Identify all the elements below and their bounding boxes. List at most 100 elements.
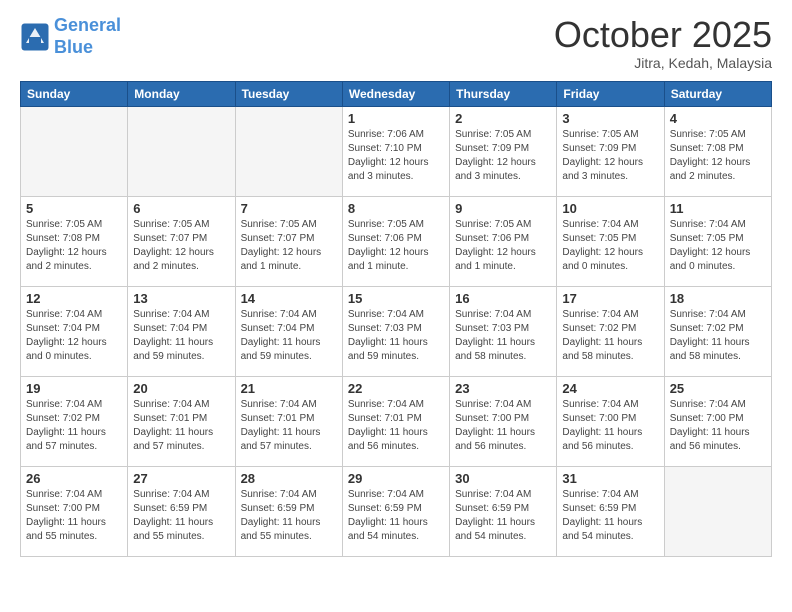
calendar-cell: 12 Sunrise: 7:04 AMSunset: 7:04 PMDayligh… [21, 286, 128, 376]
day-info: Sunrise: 7:05 AMSunset: 7:07 PMDaylight:… [241, 218, 337, 274]
day-info: Sunrise: 7:04 AMSunset: 6:59 PMDaylight:… [133, 488, 229, 544]
day-number: 20 [133, 381, 229, 396]
day-info: Sunrise: 7:04 AMSunset: 7:02 PMDaylight:… [670, 308, 766, 364]
day-info: Sunrise: 7:04 AMSunset: 7:02 PMDaylight:… [562, 308, 658, 364]
week-row-2: 5 Sunrise: 7:05 AMSunset: 7:08 PMDaylight… [21, 196, 772, 286]
logo-icon [20, 22, 50, 52]
weekday-header-thursday: Thursday [450, 81, 557, 106]
day-info: Sunrise: 7:04 AMSunset: 7:00 PMDaylight:… [670, 398, 766, 454]
logo-general: General [54, 15, 121, 35]
day-info: Sunrise: 7:04 AMSunset: 7:00 PMDaylight:… [562, 398, 658, 454]
day-number: 13 [133, 291, 229, 306]
location: Jitra, Kedah, Malaysia [554, 55, 772, 71]
weekday-header-tuesday: Tuesday [235, 81, 342, 106]
day-info: Sunrise: 7:04 AMSunset: 7:01 PMDaylight:… [348, 398, 444, 454]
calendar-cell: 27Sunrise: 7:04 AMSunset: 6:59 PMDayligh… [128, 466, 235, 556]
day-number: 3 [562, 111, 658, 126]
calendar-cell: 14 Sunrise: 7:04 AMSunset: 7:04 PMDayligh… [235, 286, 342, 376]
weekday-header-monday: Monday [128, 81, 235, 106]
logo-blue: Blue [54, 37, 93, 57]
day-number: 15 [348, 291, 444, 306]
day-number: 18 [670, 291, 766, 306]
day-number: 1 [348, 111, 444, 126]
weekday-header-friday: Friday [557, 81, 664, 106]
calendar-cell: 25 Sunrise: 7:04 AMSunset: 7:00 PMDayligh… [664, 376, 771, 466]
day-info: Sunrise: 7:05 AMSunset: 7:06 PMDaylight:… [348, 218, 444, 274]
week-row-3: 12 Sunrise: 7:04 AMSunset: 7:04 PMDayligh… [21, 286, 772, 376]
calendar-cell [235, 106, 342, 196]
calendar-cell: 4 Sunrise: 7:05 AMSunset: 7:08 PMDaylight… [664, 106, 771, 196]
header: General Blue October 2025 Jitra, Kedah, … [20, 15, 772, 71]
day-info: Sunrise: 7:04 AMSunset: 7:05 PMDaylight:… [670, 218, 766, 274]
day-info: Sunrise: 7:04 AMSunset: 7:00 PMDaylight:… [26, 488, 122, 544]
day-info: Sunrise: 7:04 AMSunset: 7:02 PMDaylight:… [26, 398, 122, 454]
calendar-cell: 24Sunrise: 7:04 AMSunset: 7:00 PMDayligh… [557, 376, 664, 466]
weekday-header-sunday: Sunday [21, 81, 128, 106]
day-info: Sunrise: 7:05 AMSunset: 7:08 PMDaylight:… [26, 218, 122, 274]
calendar-page: General Blue October 2025 Jitra, Kedah, … [0, 0, 792, 612]
calendar-cell: 3 Sunrise: 7:05 AMSunset: 7:09 PMDaylight… [557, 106, 664, 196]
calendar-cell: 17Sunrise: 7:04 AMSunset: 7:02 PMDayligh… [557, 286, 664, 376]
day-info: Sunrise: 7:05 AMSunset: 7:08 PMDaylight:… [670, 128, 766, 184]
day-number: 11 [670, 201, 766, 216]
calendar-cell: 21Sunrise: 7:04 AMSunset: 7:01 PMDayligh… [235, 376, 342, 466]
calendar-cell: 28 Sunrise: 7:04 AMSunset: 6:59 PMDayligh… [235, 466, 342, 556]
day-number: 19 [26, 381, 122, 396]
day-info: Sunrise: 7:05 AMSunset: 7:09 PMDaylight:… [562, 128, 658, 184]
calendar-cell: 1 Sunrise: 7:06 AMSunset: 7:10 PMDaylight… [342, 106, 449, 196]
day-number: 10 [562, 201, 658, 216]
day-number: 31 [562, 471, 658, 486]
weekday-header-wednesday: Wednesday [342, 81, 449, 106]
calendar-cell: 7 Sunrise: 7:05 AMSunset: 7:07 PMDaylight… [235, 196, 342, 286]
day-number: 28 [241, 471, 337, 486]
day-info: Sunrise: 7:05 AMSunset: 7:07 PMDaylight:… [133, 218, 229, 274]
calendar-cell: 18 Sunrise: 7:04 AMSunset: 7:02 PMDayligh… [664, 286, 771, 376]
week-row-5: 26Sunrise: 7:04 AMSunset: 7:00 PMDayligh… [21, 466, 772, 556]
day-number: 5 [26, 201, 122, 216]
calendar-cell [664, 466, 771, 556]
day-info: Sunrise: 7:04 AMSunset: 7:04 PMDaylight:… [133, 308, 229, 364]
calendar-cell: 10 Sunrise: 7:04 AMSunset: 7:05 PMDayligh… [557, 196, 664, 286]
day-number: 29 [348, 471, 444, 486]
day-number: 22 [348, 381, 444, 396]
calendar-cell: 6Sunrise: 7:05 AMSunset: 7:07 PMDaylight… [128, 196, 235, 286]
day-number: 7 [241, 201, 337, 216]
day-info: Sunrise: 7:04 AMSunset: 7:03 PMDaylight:… [348, 308, 444, 364]
calendar-cell: 9Sunrise: 7:05 AMSunset: 7:06 PMDaylight… [450, 196, 557, 286]
calendar-table: SundayMondayTuesdayWednesdayThursdayFrid… [20, 81, 772, 557]
calendar-cell: 16Sunrise: 7:04 AMSunset: 7:03 PMDayligh… [450, 286, 557, 376]
logo: General Blue [20, 15, 121, 58]
day-number: 2 [455, 111, 551, 126]
calendar-cell: 30 Sunrise: 7:04 AMSunset: 6:59 PMDayligh… [450, 466, 557, 556]
day-number: 14 [241, 291, 337, 306]
day-info: Sunrise: 7:04 AMSunset: 7:05 PMDaylight:… [562, 218, 658, 274]
day-number: 25 [670, 381, 766, 396]
calendar-cell: 26Sunrise: 7:04 AMSunset: 7:00 PMDayligh… [21, 466, 128, 556]
logo-text: General Blue [54, 15, 121, 58]
day-info: Sunrise: 7:06 AMSunset: 7:10 PMDaylight:… [348, 128, 444, 184]
day-number: 30 [455, 471, 551, 486]
day-info: Sunrise: 7:05 AMSunset: 7:09 PMDaylight:… [455, 128, 551, 184]
week-row-1: 1 Sunrise: 7:06 AMSunset: 7:10 PMDaylight… [21, 106, 772, 196]
day-info: Sunrise: 7:04 AMSunset: 7:04 PMDaylight:… [26, 308, 122, 364]
day-info: Sunrise: 7:04 AMSunset: 6:59 PMDaylight:… [562, 488, 658, 544]
day-info: Sunrise: 7:04 AMSunset: 7:04 PMDaylight:… [241, 308, 337, 364]
day-number: 4 [670, 111, 766, 126]
day-number: 16 [455, 291, 551, 306]
month-title: October 2025 [554, 15, 772, 55]
day-info: Sunrise: 7:04 AMSunset: 6:59 PMDaylight:… [455, 488, 551, 544]
day-info: Sunrise: 7:04 AMSunset: 7:00 PMDaylight:… [455, 398, 551, 454]
day-number: 8 [348, 201, 444, 216]
day-number: 21 [241, 381, 337, 396]
calendar-cell: 22 Sunrise: 7:04 AMSunset: 7:01 PMDayligh… [342, 376, 449, 466]
day-info: Sunrise: 7:04 AMSunset: 6:59 PMDaylight:… [348, 488, 444, 544]
day-info: Sunrise: 7:04 AMSunset: 6:59 PMDaylight:… [241, 488, 337, 544]
calendar-cell: 2 Sunrise: 7:05 AMSunset: 7:09 PMDaylight… [450, 106, 557, 196]
calendar-cell: 13 Sunrise: 7:04 AMSunset: 7:04 PMDayligh… [128, 286, 235, 376]
calendar-cell: 29 Sunrise: 7:04 AMSunset: 6:59 PMDayligh… [342, 466, 449, 556]
calendar-cell: 31 Sunrise: 7:04 AMSunset: 6:59 PMDayligh… [557, 466, 664, 556]
day-number: 12 [26, 291, 122, 306]
weekday-header-row: SundayMondayTuesdayWednesdayThursdayFrid… [21, 81, 772, 106]
day-info: Sunrise: 7:04 AMSunset: 7:01 PMDaylight:… [133, 398, 229, 454]
calendar-cell: 19 Sunrise: 7:04 AMSunset: 7:02 PMDayligh… [21, 376, 128, 466]
